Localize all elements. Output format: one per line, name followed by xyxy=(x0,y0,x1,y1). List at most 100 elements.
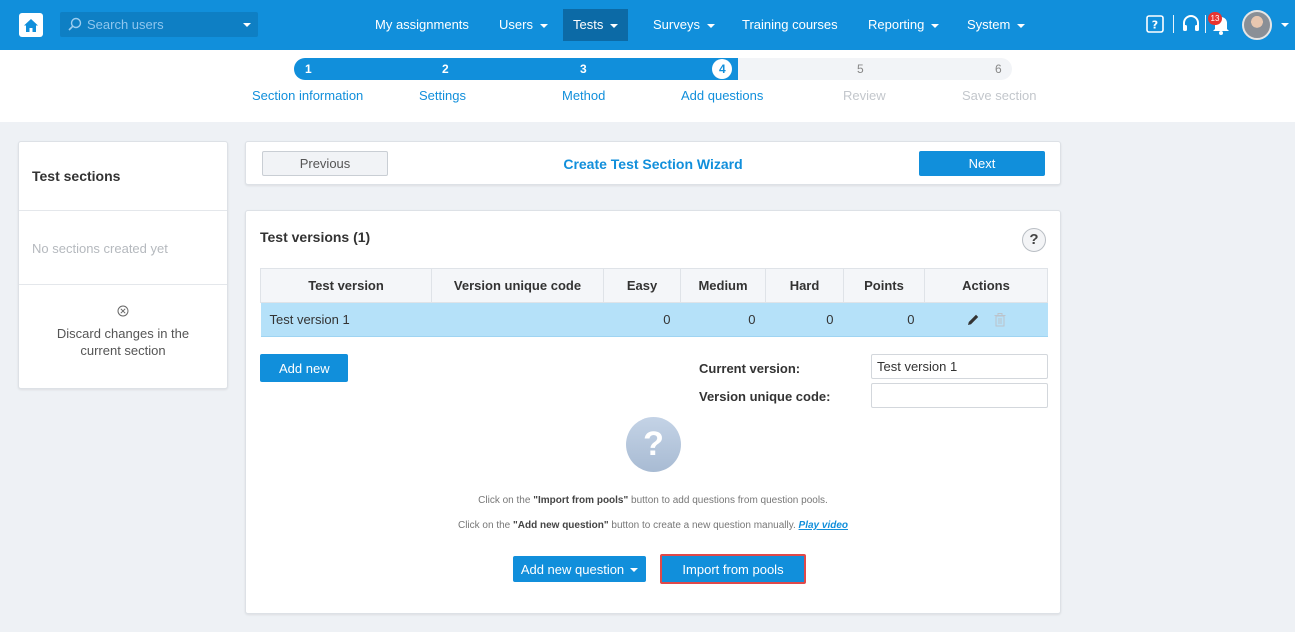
chevron-down-icon xyxy=(630,568,639,573)
chevron-down-icon xyxy=(539,23,548,28)
step-1-label[interactable]: Section information xyxy=(252,88,363,103)
column-header: Actions xyxy=(924,268,1048,303)
nav-label: Training courses xyxy=(742,17,838,32)
chevron-down-icon xyxy=(706,23,715,28)
wizard-stepper: 1 2 3 4 5 6 Section information Settings… xyxy=(0,50,1295,122)
column-header[interactable]: Hard xyxy=(765,268,844,303)
chevron-down-icon[interactable] xyxy=(1281,23,1289,27)
help-question-icon[interactable]: ? xyxy=(1022,228,1046,252)
step-1-number[interactable]: 1 xyxy=(305,61,312,77)
panel-title: Test sections xyxy=(32,168,121,184)
user-avatar[interactable] xyxy=(1242,10,1272,40)
version-code-cell xyxy=(431,302,604,337)
hint-bold: "Import from pools" xyxy=(533,495,629,506)
step-4-number[interactable]: 4 xyxy=(719,61,726,77)
edit-pencil-icon[interactable] xyxy=(966,313,980,327)
play-video-link[interactable]: Play video xyxy=(799,520,848,531)
column-header[interactable]: Points xyxy=(843,268,925,303)
add-new-version-button[interactable]: Add new xyxy=(260,354,348,382)
step-6-label: Save section xyxy=(962,88,1037,103)
headset-icon[interactable] xyxy=(1181,14,1201,34)
close-circle-icon xyxy=(117,305,129,317)
step-4-label[interactable]: Add questions xyxy=(681,88,763,103)
nav-users[interactable]: Users xyxy=(489,9,558,41)
hint-bold: "Add new question" xyxy=(513,520,609,531)
points-cell: 0 xyxy=(843,302,925,337)
table-header-row: Test version Version unique code Easy Me… xyxy=(260,268,1048,303)
step-2-number[interactable]: 2 xyxy=(442,61,449,77)
hard-count-cell: 0 xyxy=(765,302,844,337)
add-new-question-button[interactable]: Add new question xyxy=(513,556,646,582)
no-questions-icon: ? xyxy=(626,417,681,472)
import-from-pools-button[interactable]: Import from pools xyxy=(660,554,806,584)
hint-text: Click on the xyxy=(478,495,534,506)
nav-label: Tests xyxy=(573,17,604,32)
column-header[interactable]: Test version xyxy=(260,268,432,303)
chevron-down-icon xyxy=(1017,23,1026,28)
home-button[interactable] xyxy=(19,13,43,37)
nav-tests[interactable]: Tests xyxy=(563,9,629,41)
nav-reporting[interactable]: Reporting xyxy=(858,9,949,41)
hint-text: Click on the xyxy=(457,520,514,531)
nav-label: System xyxy=(967,17,1011,32)
easy-count-cell: 0 xyxy=(603,302,681,337)
step-5-number: 5 xyxy=(857,62,864,76)
search-users-box[interactable] xyxy=(60,12,258,37)
wizard-header: Previous Create Test Section Wizard Next xyxy=(245,141,1061,185)
notification-count-badge: 13 xyxy=(1208,12,1222,25)
search-icon xyxy=(68,17,82,31)
medium-count-cell: 0 xyxy=(680,302,766,337)
table-row[interactable]: Test version 1 0 0 0 0 xyxy=(260,302,1048,337)
step-6-number: 6 xyxy=(995,62,1002,76)
column-header[interactable]: Medium xyxy=(680,268,766,303)
stepper-track-remaining xyxy=(720,58,1012,80)
search-dropdown-button[interactable] xyxy=(236,12,258,37)
nav-label: Surveys xyxy=(653,17,700,32)
button-label: Add new question xyxy=(520,561,625,577)
divider xyxy=(1205,15,1206,33)
stepper-track-progress xyxy=(294,58,738,80)
version-unique-code-label: Version unique code: xyxy=(699,389,831,404)
current-version-input[interactable] xyxy=(871,354,1048,379)
step-3-number[interactable]: 3 xyxy=(580,61,587,77)
discard-changes-label: Discard changes in the current section xyxy=(56,326,190,358)
version-unique-code-input[interactable] xyxy=(871,383,1048,408)
nav-label: Reporting xyxy=(868,17,925,32)
nav-label: My assignments xyxy=(375,17,469,32)
empty-sections-text: No sections created yet xyxy=(32,241,168,256)
test-sections-panel: Test sections No sections created yet Di… xyxy=(18,141,228,389)
panel-title: Test versions (1) xyxy=(260,229,371,245)
divider xyxy=(19,284,227,285)
version-name-cell: Test version 1 xyxy=(260,302,432,337)
column-header[interactable]: Version unique code xyxy=(431,268,604,303)
import-hint-text: Click on the "Import from pools" button … xyxy=(246,495,1060,506)
nav-training-courses[interactable]: Training courses xyxy=(732,9,848,41)
help-book-icon[interactable]: ? xyxy=(1145,14,1165,34)
nav-label: Users xyxy=(499,17,533,32)
current-version-label: Current version: xyxy=(699,361,801,376)
step-5-label: Review xyxy=(843,88,886,103)
nav-surveys[interactable]: Surveys xyxy=(643,9,725,41)
trash-icon[interactable] xyxy=(994,313,1006,327)
nav-system[interactable]: System xyxy=(957,9,1035,41)
test-versions-table: Test version Version unique code Easy Me… xyxy=(260,268,1048,337)
actions-cell xyxy=(924,302,1048,337)
add-question-hint-text: Click on the "Add new question" button t… xyxy=(246,520,1060,531)
chevron-down-icon xyxy=(610,23,619,28)
test-versions-panel: Test versions (1) ? Test version Version… xyxy=(245,210,1061,614)
top-navigation-bar: My assignments Users Tests Surveys Train… xyxy=(0,0,1295,50)
home-icon xyxy=(24,18,38,32)
nav-my-assignments[interactable]: My assignments xyxy=(365,9,479,41)
hint-text: button to create a new question manually… xyxy=(608,520,799,531)
chevron-down-icon xyxy=(931,23,940,28)
next-button[interactable]: Next xyxy=(919,151,1045,176)
svg-text:?: ? xyxy=(1152,19,1158,32)
step-2-label[interactable]: Settings xyxy=(419,88,466,103)
chevron-down-icon xyxy=(243,22,251,27)
discard-changes-button[interactable]: Discard changes in the current section xyxy=(19,304,227,359)
divider xyxy=(19,210,227,211)
step-3-label[interactable]: Method xyxy=(562,88,605,103)
search-input[interactable] xyxy=(87,15,237,34)
hint-text: button to add questions from question po… xyxy=(628,495,828,506)
column-header[interactable]: Easy xyxy=(603,268,681,303)
